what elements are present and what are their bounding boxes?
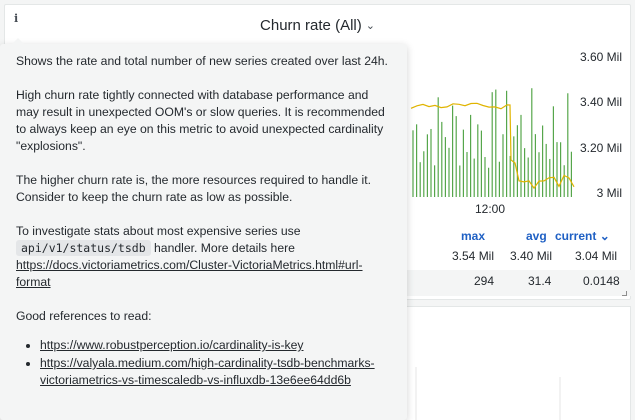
tooltip-paragraph: Shows the rate and total number of new s… <box>16 54 388 68</box>
sort-desc-icon: ⌄ <box>599 229 610 243</box>
tooltip-paragraph: High churn rate tightly connected with d… <box>16 88 385 153</box>
legend-row1-current: 3.04 Mil <box>575 249 618 263</box>
list-item: https://valyala.medium.com/high-cardinal… <box>40 355 391 389</box>
legend-header-current-label: current <box>555 229 597 243</box>
tooltip-paragraph: To investigate stats about most expensiv… <box>16 223 391 291</box>
reference-list: https://www.robustperception.io/cardinal… <box>16 337 391 389</box>
docs-link[interactable]: https://docs.victoriametrics.com/Cluster… <box>16 258 363 289</box>
reference-link[interactable]: https://valyala.medium.com/high-cardinal… <box>40 356 375 387</box>
resize-handle[interactable] <box>622 291 627 296</box>
tooltip-paragraph: Good references to read: <box>16 309 152 323</box>
legend-row2-max: 294 <box>474 274 495 288</box>
legend-header-avg[interactable]: avg <box>526 229 547 243</box>
y-tick-label: 3.20 Mil <box>579 141 622 155</box>
green-series <box>412 88 573 197</box>
tooltip-text: To investigate stats about most expensiv… <box>16 224 301 238</box>
y-tick-label: 3.40 Mil <box>579 95 622 109</box>
chevron-down-icon[interactable]: ⌄ <box>366 19 375 32</box>
legend-row2-current: 0.0148 <box>583 274 620 288</box>
legend-header-current[interactable]: current ⌄ <box>555 229 610 243</box>
legend-row1-max: 3.54 Mil <box>452 249 495 263</box>
tooltip-paragraph: The higher churn rate is, the more resou… <box>16 173 371 204</box>
reference-link[interactable]: https://www.robustperception.io/cardinal… <box>40 338 304 352</box>
legend-row1-avg: 3.40 Mil <box>510 249 553 263</box>
tooltip-arrow <box>12 38 24 44</box>
y-tick-label: 3.60 Mil <box>579 50 622 64</box>
panel-title[interactable]: Churn rate (All) ⌄ <box>5 17 630 34</box>
tooltip-text: handler. More details here <box>154 241 295 255</box>
list-item: https://www.robustperception.io/cardinal… <box>40 337 391 354</box>
panel-title-text: Churn rate (All) <box>260 17 362 34</box>
info-tooltip: Shows the rate and total number of new s… <box>0 38 407 420</box>
legend-row2-avg: 31.4 <box>528 274 552 288</box>
legend-header-max[interactable]: max <box>461 229 485 243</box>
x-tick-label: 12:00 <box>475 202 506 216</box>
y-tick-label: 3 Mil <box>596 186 622 200</box>
tsdb-api-path: api/v1/status/tsdb <box>16 240 151 256</box>
